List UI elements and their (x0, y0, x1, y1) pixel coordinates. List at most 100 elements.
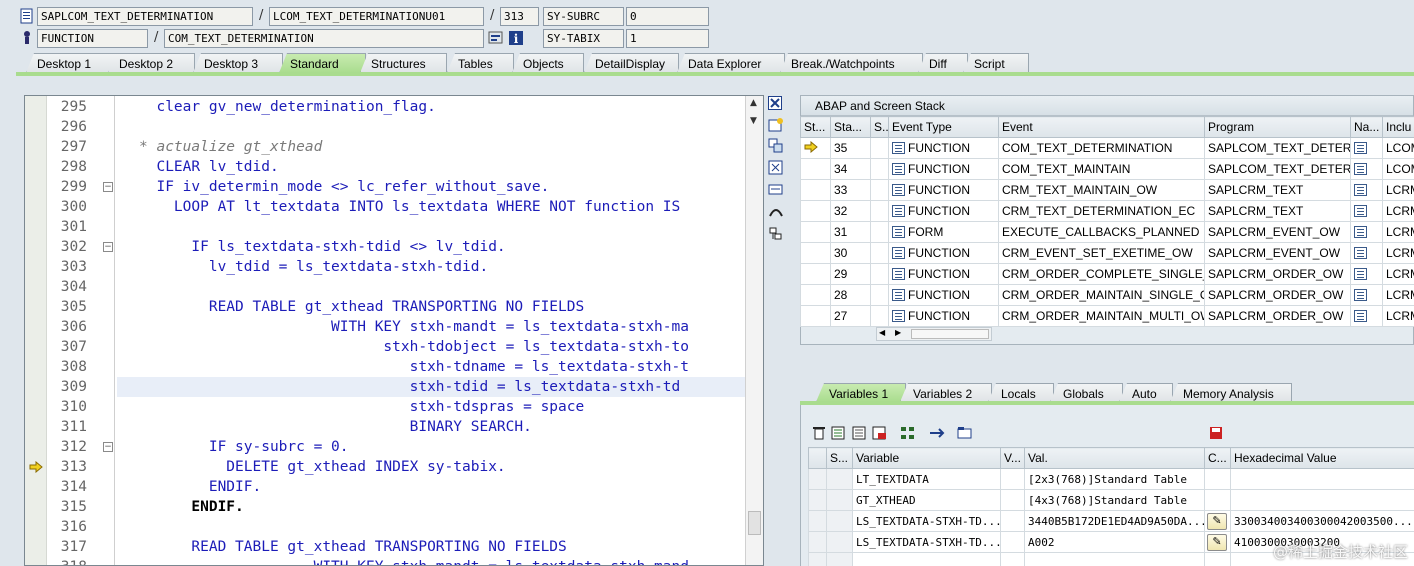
variable-column-header[interactable]: C... (1204, 447, 1231, 469)
tab-locals[interactable]: Locals (988, 383, 1054, 402)
remove-list-icon[interactable] (872, 426, 888, 442)
code-line[interactable]: IF iv_determin_mode <> lc_refer_without_… (139, 177, 549, 197)
navigate-source-icon[interactable] (1354, 142, 1367, 154)
variable-column-header[interactable]: Val. (1024, 447, 1205, 469)
stack-column-header[interactable]: Na... (1350, 116, 1383, 138)
navigate-source-icon[interactable] (1354, 205, 1367, 217)
breakpoint-gutter[interactable] (25, 96, 47, 565)
code-line[interactable]: stxh-tdspras = space (139, 397, 585, 417)
code-line[interactable]: DELETE gt_xthead INDEX sy-tabix. (139, 457, 505, 477)
tab-standard[interactable]: Standard (279, 53, 366, 73)
program-field[interactable]: SAPLCOM_TEXT_DETERMINATION (37, 7, 253, 26)
code-editor[interactable]: ▲ ▼ 295 clear gv_new_determination_flag.… (24, 95, 764, 566)
code-line[interactable]: READ TABLE gt_xthead TRANSPORTING NO FIE… (139, 297, 584, 317)
code-line[interactable]: BINARY SEARCH. (139, 417, 532, 437)
include-field[interactable]: LCOM_TEXT_DETERMINATIONU01 (269, 7, 484, 26)
resize-icon[interactable] (768, 182, 784, 198)
variable-row[interactable]: GT_XTHEAD [4x3(768)]Standard Table (808, 489, 1414, 511)
variable-value[interactable]: [4x3(768)]Standard Table (1028, 494, 1187, 507)
move-icon[interactable] (929, 426, 945, 442)
stack-column-header[interactable]: S... (870, 116, 889, 138)
tab-breakpoints[interactable]: Break./Watchpoints (780, 53, 923, 73)
scroll-down-icon[interactable]: ▼ (750, 116, 757, 126)
navigate-source-icon[interactable] (1354, 247, 1367, 259)
delete-icon[interactable] (812, 426, 828, 442)
info-icon[interactable]: i (508, 30, 524, 46)
sy-subrc-name[interactable]: SY-SUBRC (543, 7, 624, 26)
scroll-right-icon[interactable]: ▶ (895, 328, 901, 337)
navigate-source-icon[interactable] (1354, 184, 1367, 196)
navigate-source-icon[interactable] (1354, 268, 1367, 280)
code-line[interactable]: IF sy-subrc = 0. (139, 437, 349, 457)
stack-row[interactable]: 27 FUNCTION CRM_ORDER_MAINTAIN_MULTI_OW SAP… (800, 305, 1414, 327)
code-line[interactable]: stxh-tdobject = ls_textdata-stxh-to (139, 337, 689, 357)
navigate-source-icon[interactable] (1354, 289, 1367, 301)
sy-tabix-value[interactable]: 1 (626, 29, 709, 48)
stack-row[interactable]: 29 FUNCTION CRM_ORDER_COMPLETE_SINGLE_O...… (800, 263, 1414, 285)
stack-row[interactable]: 33 FUNCTION CRM_TEXT_MAINTAIN_OW SAPLCRM_TE… (800, 179, 1414, 201)
sy-subrc-value[interactable]: 0 (626, 7, 709, 26)
stack-column-header[interactable]: Inclu (1382, 116, 1414, 138)
settings-tool-icon[interactable] (768, 226, 784, 242)
stack-row[interactable]: 28 FUNCTION CRM_ORDER_MAINTAIN_SINGLE_OW SA… (800, 284, 1414, 306)
tab-memory-analysis[interactable]: Memory Analysis (1170, 383, 1292, 402)
navigate-icon[interactable] (488, 30, 504, 46)
stack-hscroll[interactable]: ◀ ▶ (876, 327, 992, 341)
variable-name[interactable]: LT_TEXTDATA (856, 473, 929, 486)
code-line[interactable]: WITH KEY stxh-mandt = ls_textdata-stxh-m… (139, 317, 689, 337)
stack-row[interactable]: 32 FUNCTION CRM_TEXT_DETERMINATION_EC SAPLC… (800, 200, 1414, 222)
swap-tool-icon[interactable] (768, 138, 784, 154)
line-field[interactable]: 313 (500, 7, 539, 26)
fold-toggle-icon[interactable]: − (103, 182, 113, 192)
tab-script[interactable]: Script (963, 53, 1029, 73)
tab-detaildisplay[interactable]: DetailDisplay (584, 53, 679, 73)
variable-name[interactable]: LS_TEXTDATA-STXH-TD... (856, 515, 1000, 528)
navigate-source-icon[interactable] (1354, 163, 1367, 175)
tab-auto[interactable]: Auto (1119, 383, 1173, 402)
variable-column-header[interactable]: V... (1000, 447, 1025, 469)
variable-name[interactable]: GT_XTHEAD (856, 494, 916, 507)
stack-column-header[interactable]: St... (800, 116, 831, 138)
editor-scrollbar[interactable]: ▲ ▼ (745, 96, 763, 565)
fold-toggle-icon[interactable]: − (103, 242, 113, 252)
save-icon[interactable] (1209, 426, 1225, 442)
list-icon[interactable] (831, 426, 847, 442)
service-icon[interactable] (768, 204, 784, 220)
variable-value[interactable]: A002 (1028, 536, 1055, 549)
tab-desktop-3[interactable]: Desktop 3 (193, 53, 283, 73)
tab-structures[interactable]: Structures (360, 53, 447, 73)
tab-globals[interactable]: Globals (1050, 383, 1123, 402)
variable-column-header[interactable]: Hexadecimal Value (1230, 447, 1414, 469)
maximize-icon[interactable] (768, 160, 784, 176)
tab-data-explorer[interactable]: Data Explorer (677, 53, 785, 73)
stack-row[interactable]: 35 FUNCTION COM_TEXT_DETERMINATION SAPLCOM_… (800, 137, 1414, 159)
tab-tables[interactable]: Tables (447, 53, 514, 73)
variable-row[interactable]: LT_TEXTDATA [2x3(768)]Standard Table (808, 468, 1414, 490)
variable-column-header[interactable]: Variable (852, 447, 1001, 469)
tab-variables-1[interactable]: Variables 1 (816, 383, 906, 402)
close-icon[interactable] (768, 96, 784, 112)
hierarchy-icon[interactable] (900, 426, 916, 442)
stack-row[interactable]: 34 FUNCTION COM_TEXT_MAINTAIN SAPLCOM_TEXT_… (800, 158, 1414, 180)
sy-tabix-name[interactable]: SY-TABIX (543, 29, 624, 48)
tab-desktop-1[interactable]: Desktop 1 (26, 53, 118, 73)
code-line[interactable]: LOOP AT lt_textdata INTO ls_textdata WHE… (139, 197, 680, 217)
tab-diff[interactable]: Diff (918, 53, 968, 73)
code-line[interactable]: stxh-tdid = ls_textdata-stxh-td (139, 377, 681, 397)
stack-column-header[interactable]: Sta... (830, 116, 871, 138)
tab-desktop-2[interactable]: Desktop 2 (108, 53, 195, 73)
type-field[interactable]: FUNCTION (37, 29, 148, 48)
table-view-icon[interactable] (852, 426, 868, 442)
variable-name[interactable]: LS_TEXTDATA-STXH-TD... (856, 536, 1000, 549)
tab-variables-2[interactable]: Variables 2 (900, 383, 992, 402)
new-tool-icon[interactable] (768, 117, 784, 133)
stack-column-header[interactable]: Event (998, 116, 1205, 138)
code-line[interactable]: stxh-tdname = ls_textdata-stxh-t (139, 357, 689, 377)
navigate-source-icon[interactable] (1354, 226, 1367, 238)
scroll-thumb[interactable] (748, 511, 761, 535)
code-line[interactable]: clear gv_new_determination_flag. (139, 97, 435, 117)
code-line[interactable]: IF ls_textdata-stxh-tdid <> lv_tdid. (139, 237, 505, 257)
code-line[interactable]: CLEAR lv_tdid. (139, 157, 278, 177)
tab-objects[interactable]: Objects (512, 53, 584, 73)
name-field[interactable]: COM_TEXT_DETERMINATION (164, 29, 484, 48)
